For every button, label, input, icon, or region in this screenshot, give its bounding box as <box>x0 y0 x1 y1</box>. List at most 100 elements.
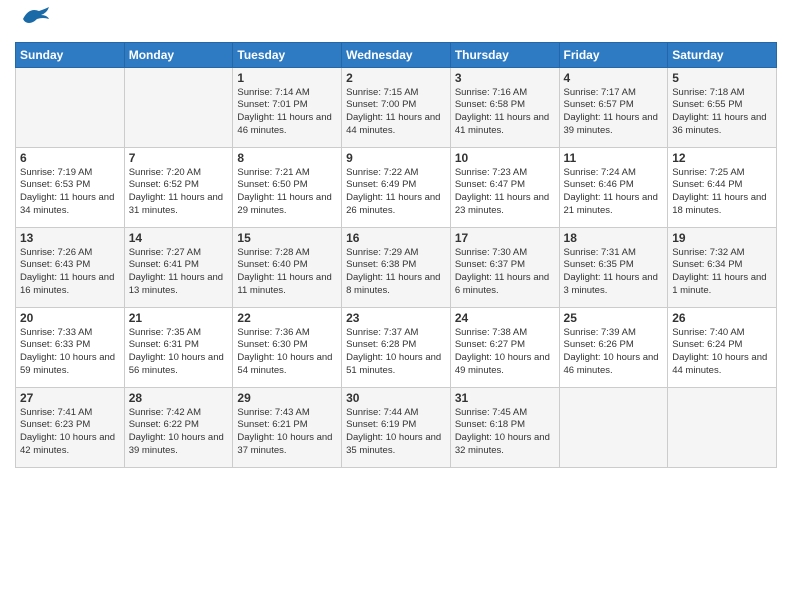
day-number: 6 <box>20 151 120 165</box>
cell-info: Sunrise: 7:40 AM Sunset: 6:24 PM Dayligh… <box>672 327 772 378</box>
day-number: 30 <box>346 391 446 405</box>
calendar-cell: 15 Sunrise: 7:28 AM Sunset: 6:40 PM Dayli… <box>233 227 342 307</box>
weekday-header-saturday: Saturday <box>668 42 777 67</box>
day-number: 22 <box>237 311 337 325</box>
cell-info: Sunrise: 7:21 AM Sunset: 6:50 PM Dayligh… <box>237 167 337 218</box>
cell-info: Sunrise: 7:23 AM Sunset: 6:47 PM Dayligh… <box>455 167 555 218</box>
calendar-cell: 16 Sunrise: 7:29 AM Sunset: 6:38 PM Dayli… <box>342 227 451 307</box>
cell-info: Sunrise: 7:19 AM Sunset: 6:53 PM Dayligh… <box>20 167 120 218</box>
calendar-cell: 9 Sunrise: 7:22 AM Sunset: 6:49 PM Daylig… <box>342 147 451 227</box>
weekday-header-friday: Friday <box>559 42 668 67</box>
calendar-cell: 31Sunrise: 7:45 AM Sunset: 6:18 PM Dayli… <box>450 387 559 467</box>
calendar-cell <box>559 387 668 467</box>
weekday-header-monday: Monday <box>124 42 233 67</box>
calendar-cell: 11 Sunrise: 7:24 AM Sunset: 6:46 PM Dayli… <box>559 147 668 227</box>
day-number: 23 <box>346 311 446 325</box>
calendar-cell: 8 Sunrise: 7:21 AM Sunset: 6:50 PM Daylig… <box>233 147 342 227</box>
calendar-cell: 2 Sunrise: 7:15 AM Sunset: 7:00 PM Daylig… <box>342 67 451 147</box>
calendar-cell: 17 Sunrise: 7:30 AM Sunset: 6:37 PM Dayli… <box>450 227 559 307</box>
calendar-row-4: 27 Sunrise: 7:41 AM Sunset: 6:23 PM Dayli… <box>16 387 777 467</box>
calendar-cell: 28 Sunrise: 7:42 AM Sunset: 6:22 PM Dayli… <box>124 387 233 467</box>
logo-bird-icon <box>19 5 51 32</box>
cell-info: Sunrise: 7:17 AM Sunset: 6:57 PM Dayligh… <box>564 87 664 138</box>
calendar-cell: 14 Sunrise: 7:27 AM Sunset: 6:41 PM Dayli… <box>124 227 233 307</box>
cell-info: Sunrise: 7:20 AM Sunset: 6:52 PM Dayligh… <box>129 167 229 218</box>
weekday-header-thursday: Thursday <box>450 42 559 67</box>
logo <box>15 14 51 34</box>
calendar-row-2: 13 Sunrise: 7:26 AM Sunset: 6:43 PM Dayli… <box>16 227 777 307</box>
calendar-header-row: SundayMondayTuesdayWednesdayThursdayFrid… <box>16 42 777 67</box>
cell-info: Sunrise: 7:22 AM Sunset: 6:49 PM Dayligh… <box>346 167 446 218</box>
cell-info: Sunrise: 7:26 AM Sunset: 6:43 PM Dayligh… <box>20 247 120 298</box>
calendar-cell: 24 Sunrise: 7:38 AM Sunset: 6:27 PM Dayli… <box>450 307 559 387</box>
day-number: 15 <box>237 231 337 245</box>
cell-info: Sunrise: 7:16 AM Sunset: 6:58 PM Dayligh… <box>455 87 555 138</box>
calendar-cell: 20Sunrise: 7:33 AM Sunset: 6:33 PM Dayli… <box>16 307 125 387</box>
day-number: 13 <box>20 231 120 245</box>
calendar-cell: 21 Sunrise: 7:35 AM Sunset: 6:31 PM Dayli… <box>124 307 233 387</box>
page-header <box>15 10 777 34</box>
calendar-cell: 10 Sunrise: 7:23 AM Sunset: 6:47 PM Dayli… <box>450 147 559 227</box>
day-number: 12 <box>672 151 772 165</box>
cell-info: Sunrise: 7:29 AM Sunset: 6:38 PM Dayligh… <box>346 247 446 298</box>
calendar-cell: 3 Sunrise: 7:16 AM Sunset: 6:58 PM Daylig… <box>450 67 559 147</box>
calendar-cell: 4 Sunrise: 7:17 AM Sunset: 6:57 PM Daylig… <box>559 67 668 147</box>
cell-info: Sunrise: 7:39 AM Sunset: 6:26 PM Dayligh… <box>564 327 664 378</box>
calendar-cell <box>668 387 777 467</box>
cell-info: Sunrise: 7:41 AM Sunset: 6:23 PM Dayligh… <box>20 407 120 458</box>
day-number: 25 <box>564 311 664 325</box>
calendar-cell: 23Sunrise: 7:37 AM Sunset: 6:28 PM Dayli… <box>342 307 451 387</box>
cell-info: Sunrise: 7:38 AM Sunset: 6:27 PM Dayligh… <box>455 327 555 378</box>
day-number: 29 <box>237 391 337 405</box>
day-number: 21 <box>129 311 229 325</box>
day-number: 19 <box>672 231 772 245</box>
cell-info: Sunrise: 7:31 AM Sunset: 6:35 PM Dayligh… <box>564 247 664 298</box>
day-number: 14 <box>129 231 229 245</box>
day-number: 8 <box>237 151 337 165</box>
day-number: 24 <box>455 311 555 325</box>
day-number: 28 <box>129 391 229 405</box>
calendar-table: SundayMondayTuesdayWednesdayThursdayFrid… <box>15 42 777 468</box>
day-number: 10 <box>455 151 555 165</box>
cell-info: Sunrise: 7:30 AM Sunset: 6:37 PM Dayligh… <box>455 247 555 298</box>
cell-info: Sunrise: 7:42 AM Sunset: 6:22 PM Dayligh… <box>129 407 229 458</box>
calendar-cell: 19Sunrise: 7:32 AM Sunset: 6:34 PM Dayli… <box>668 227 777 307</box>
cell-info: Sunrise: 7:18 AM Sunset: 6:55 PM Dayligh… <box>672 87 772 138</box>
day-number: 3 <box>455 71 555 85</box>
calendar-cell: 5 Sunrise: 7:18 AM Sunset: 6:55 PM Daylig… <box>668 67 777 147</box>
day-number: 7 <box>129 151 229 165</box>
cell-info: Sunrise: 7:36 AM Sunset: 6:30 PM Dayligh… <box>237 327 337 378</box>
cell-info: Sunrise: 7:24 AM Sunset: 6:46 PM Dayligh… <box>564 167 664 218</box>
day-number: 31 <box>455 391 555 405</box>
day-number: 20 <box>20 311 120 325</box>
day-number: 16 <box>346 231 446 245</box>
day-number: 27 <box>20 391 120 405</box>
day-number: 1 <box>237 71 337 85</box>
day-number: 9 <box>346 151 446 165</box>
cell-info: Sunrise: 7:28 AM Sunset: 6:40 PM Dayligh… <box>237 247 337 298</box>
weekday-header-sunday: Sunday <box>16 42 125 67</box>
calendar-cell: 22 Sunrise: 7:36 AM Sunset: 6:30 PM Dayli… <box>233 307 342 387</box>
calendar-cell: 26 Sunrise: 7:40 AM Sunset: 6:24 PM Dayli… <box>668 307 777 387</box>
cell-info: Sunrise: 7:15 AM Sunset: 7:00 PM Dayligh… <box>346 87 446 138</box>
day-number: 17 <box>455 231 555 245</box>
cell-info: Sunrise: 7:27 AM Sunset: 6:41 PM Dayligh… <box>129 247 229 298</box>
day-number: 5 <box>672 71 772 85</box>
calendar-cell: 13 Sunrise: 7:26 AM Sunset: 6:43 PM Dayli… <box>16 227 125 307</box>
day-number: 2 <box>346 71 446 85</box>
calendar-row-0: 1 Sunrise: 7:14 AM Sunset: 7:01 PM Daylig… <box>16 67 777 147</box>
day-number: 18 <box>564 231 664 245</box>
calendar-cell: 25 Sunrise: 7:39 AM Sunset: 6:26 PM Dayli… <box>559 307 668 387</box>
calendar-row-3: 20Sunrise: 7:33 AM Sunset: 6:33 PM Dayli… <box>16 307 777 387</box>
day-number: 4 <box>564 71 664 85</box>
calendar-cell <box>16 67 125 147</box>
calendar-cell: 12Sunrise: 7:25 AM Sunset: 6:44 PM Dayli… <box>668 147 777 227</box>
cell-info: Sunrise: 7:43 AM Sunset: 6:21 PM Dayligh… <box>237 407 337 458</box>
cell-info: Sunrise: 7:35 AM Sunset: 6:31 PM Dayligh… <box>129 327 229 378</box>
cell-info: Sunrise: 7:14 AM Sunset: 7:01 PM Dayligh… <box>237 87 337 138</box>
day-number: 26 <box>672 311 772 325</box>
calendar-cell: 30Sunrise: 7:44 AM Sunset: 6:19 PM Dayli… <box>342 387 451 467</box>
day-number: 11 <box>564 151 664 165</box>
calendar-cell: 29 Sunrise: 7:43 AM Sunset: 6:21 PM Dayli… <box>233 387 342 467</box>
calendar-row-1: 6 Sunrise: 7:19 AM Sunset: 6:53 PM Daylig… <box>16 147 777 227</box>
